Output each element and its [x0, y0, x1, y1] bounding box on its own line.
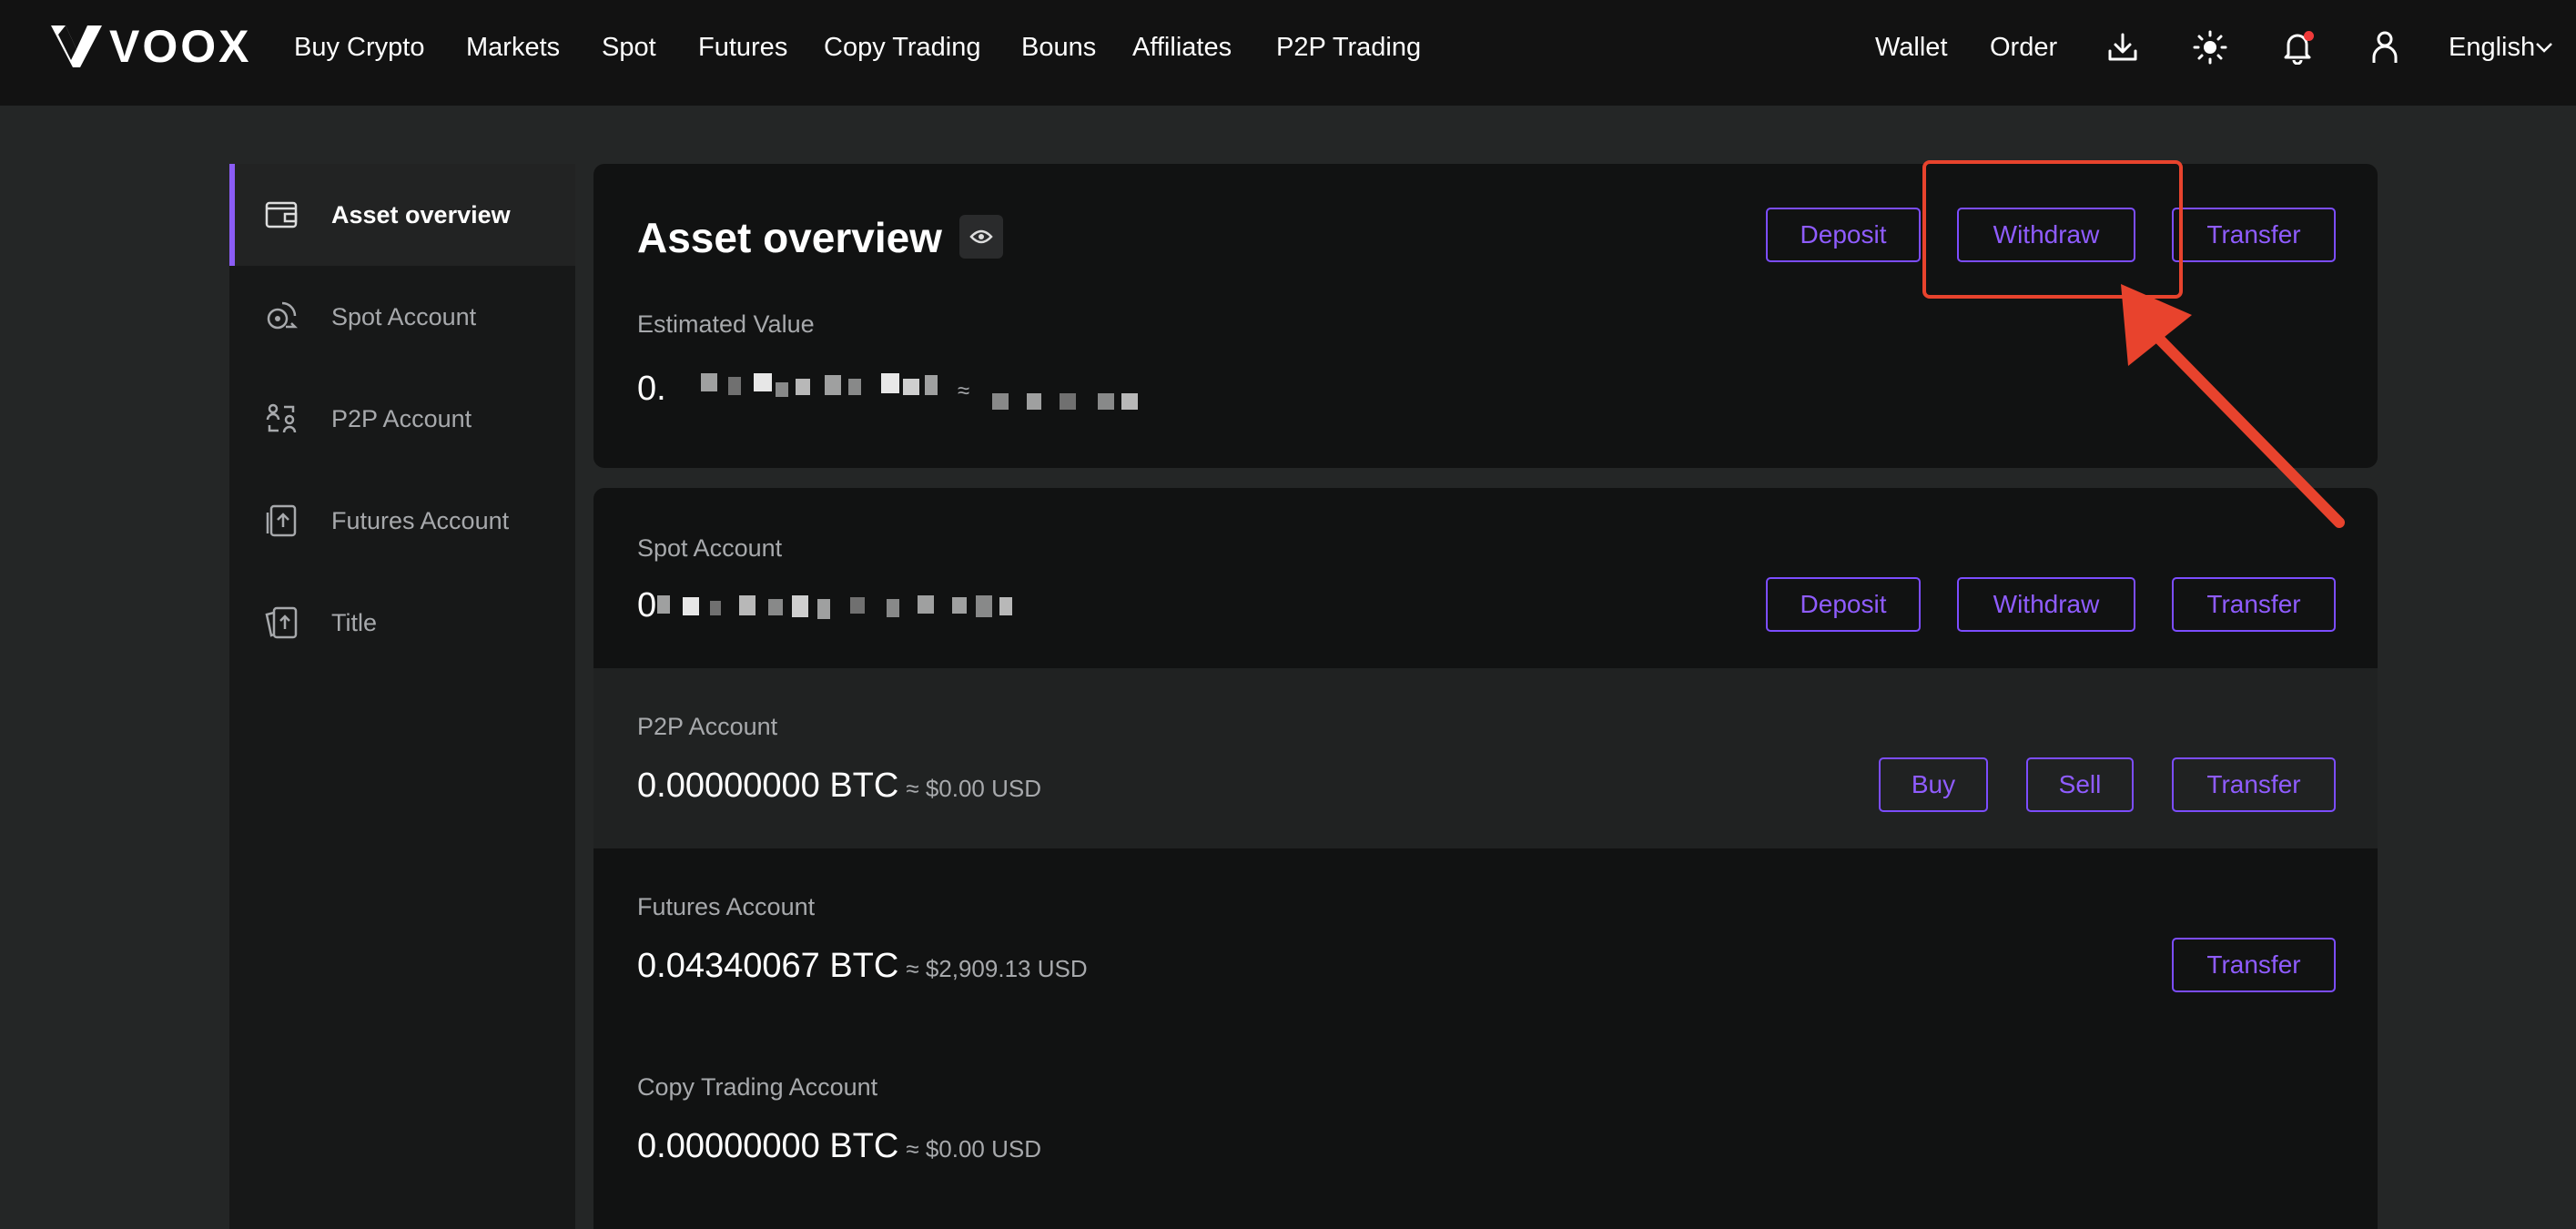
toggle-visibility-button[interactable]: [959, 215, 1003, 259]
sidebar-item-spot-account[interactable]: Spot Account: [229, 266, 575, 368]
deposit-button[interactable]: Deposit: [1766, 208, 1921, 262]
p2p-exchange-icon: [262, 400, 300, 438]
nav-futures[interactable]: Futures: [698, 27, 787, 67]
sidebar-item-title[interactable]: Title: [229, 572, 575, 674]
copy-trading-account-label: Copy Trading Account: [637, 1073, 878, 1101]
withdraw-highlight-box: [1922, 160, 2183, 299]
nav-affiliates[interactable]: Affiliates: [1132, 27, 1232, 67]
spot-deposit-button[interactable]: Deposit: [1766, 577, 1921, 632]
transfer-button[interactable]: Transfer: [2172, 208, 2336, 262]
bell-icon[interactable]: [2276, 25, 2319, 69]
brand-name: VOOX: [109, 21, 252, 72]
estimated-value-label: Estimated Value: [637, 310, 815, 338]
copy-trading-account-amount: 0.00000000 BTC ≈ $0.00 USD: [637, 1127, 1042, 1165]
chevron-down-icon[interactable]: [2530, 25, 2558, 69]
futures-account-label: Futures Account: [637, 893, 816, 920]
sidebar-item-label: P2P Account: [331, 404, 472, 432]
p2p-transfer-button[interactable]: Transfer: [2172, 757, 2336, 812]
futures-copy-trading-section: Futures Account 0.04340067 BTC ≈ $2,909.1…: [593, 848, 2378, 1229]
estimated-value-amount: 0.: [637, 370, 666, 408]
notification-dot: [2304, 31, 2314, 41]
nav-bouns[interactable]: Bouns: [1021, 27, 1096, 67]
sidebar-item-label: Spot Account: [331, 302, 477, 330]
page-title: Asset overview: [637, 214, 942, 261]
p2p-sell-button[interactable]: Sell: [2026, 757, 2134, 812]
approx-symbol: ≈: [958, 379, 970, 403]
sidebar-item-label: Title: [331, 608, 378, 636]
spot-coins-icon: [262, 298, 300, 336]
futures-transfer-button[interactable]: Transfer: [2172, 938, 2336, 992]
futures-icon: [262, 502, 300, 540]
nav-wallet[interactable]: Wallet: [1875, 27, 1948, 67]
language-selector[interactable]: English: [2449, 27, 2535, 67]
nav-markets[interactable]: Markets: [466, 27, 560, 67]
p2p-buy-button[interactable]: Buy: [1879, 757, 1988, 812]
sidebar-item-asset-overview[interactable]: Asset overview: [229, 164, 575, 266]
top-navigation-bar: VOOX Buy Crypto Markets Spot Futures Cop…: [0, 0, 2576, 106]
nav-spot[interactable]: Spot: [602, 27, 656, 67]
p2p-account-amount: 0.00000000 BTC ≈ $0.00 USD: [637, 767, 1042, 805]
eye-icon: [969, 229, 993, 244]
sidebar-item-futures-account[interactable]: Futures Account: [229, 470, 575, 572]
download-icon[interactable]: [2101, 25, 2145, 69]
cards-icon: [262, 604, 300, 642]
spot-account-amount: 0: [637, 586, 657, 625]
futures-account-amount: 0.04340067 BTC ≈ $2,909.13 USD: [637, 947, 1088, 985]
voox-logo[interactable]: VOOX: [49, 20, 251, 73]
nav-copy-trading[interactable]: Copy Trading: [824, 27, 981, 67]
sidebar-item-label: Futures Account: [331, 506, 510, 534]
nav-buy-crypto[interactable]: Buy Crypto: [294, 27, 424, 67]
spot-transfer-button[interactable]: Transfer: [2172, 577, 2336, 632]
wallet-icon: [262, 196, 300, 234]
spot-account-card: Spot Account 0 Deposit Withdraw Transfer: [593, 488, 2378, 668]
nav-p2p-trading[interactable]: P2P Trading: [1276, 27, 1421, 67]
p2p-account-card: P2P Account 0.00000000 BTC ≈ $0.00 USD Bu…: [593, 668, 2378, 848]
sidebar-item-p2p-account[interactable]: P2P Account: [229, 368, 575, 470]
sidebar: Asset overview Spot Account P2P Account …: [229, 164, 575, 1229]
p2p-account-label: P2P Account: [637, 713, 778, 740]
nav-order[interactable]: Order: [1990, 27, 2057, 67]
sidebar-item-label: Asset overview: [331, 200, 511, 229]
user-icon[interactable]: [2363, 25, 2407, 69]
theme-sun-icon[interactable]: [2188, 25, 2232, 69]
voox-logo-mark-icon: [51, 25, 102, 67]
spot-withdraw-button[interactable]: Withdraw: [1957, 577, 2135, 632]
spot-account-label: Spot Account: [637, 534, 783, 562]
